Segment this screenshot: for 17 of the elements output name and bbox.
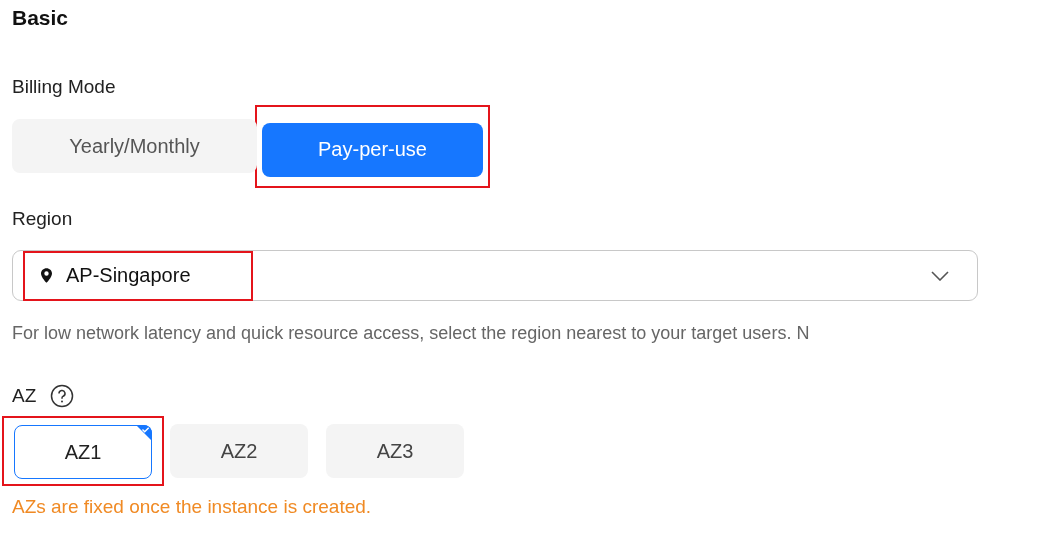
region-select[interactable]: AP-Singapore xyxy=(12,250,978,301)
location-pin-icon xyxy=(41,268,52,283)
warning-text: AZs are fixed once the instance is created. xyxy=(12,496,373,518)
billing-option[interactable]: Yearly/Monthly xyxy=(12,119,257,173)
hint-text: For low network latency and quick resource access, select the region nearest to your target users. N xyxy=(12,323,811,344)
help-icon[interactable] xyxy=(50,384,75,408)
field-label: Billing Mode xyxy=(12,76,117,98)
az-option[interactable]: AZ1 xyxy=(14,425,152,479)
billing-option[interactable]: Pay-per-use xyxy=(262,122,483,177)
az-option[interactable]: AZ2 xyxy=(170,424,308,478)
az-option[interactable]: AZ3 xyxy=(326,424,464,478)
selected-value: AP-Singapore xyxy=(66,264,191,287)
section-title: Basic xyxy=(12,6,70,31)
check-corner-icon xyxy=(136,425,152,441)
field-label: AZ xyxy=(12,385,37,407)
field-label: Region xyxy=(12,208,74,230)
chevron-down-icon xyxy=(931,270,949,281)
